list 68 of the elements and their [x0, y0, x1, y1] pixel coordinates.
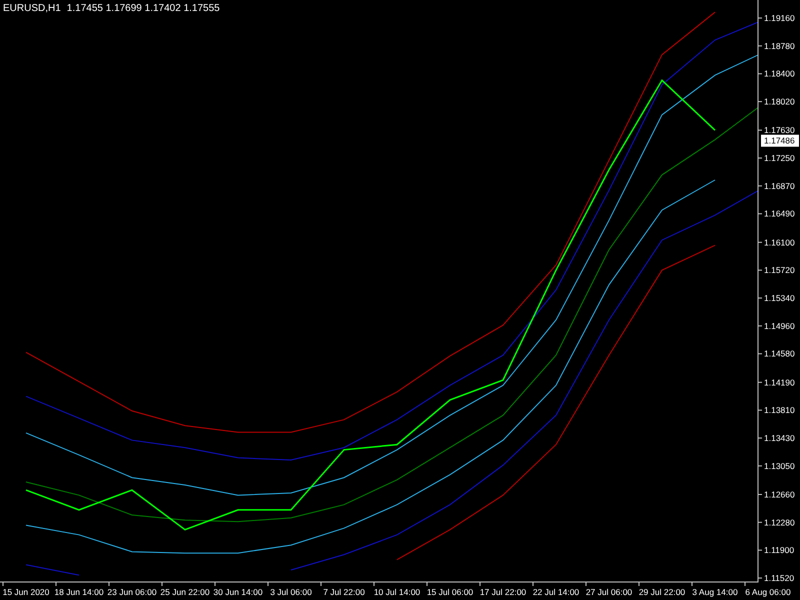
- tick-mark: [758, 550, 762, 551]
- tick-mark: [758, 45, 762, 46]
- tick-mark: [758, 465, 762, 466]
- axis-label: 17 Jul 22:00: [480, 587, 526, 597]
- axis-label: 15 Jun 2020: [2, 587, 50, 597]
- axis-label: 1.13050: [764, 460, 795, 471]
- tick-mark: [532, 582, 534, 586]
- axis-label: 25 Jun 22:00: [160, 587, 210, 597]
- axis-label: 1.11900: [764, 545, 794, 556]
- tick-mark: [758, 325, 762, 326]
- axis-label: 1.18020: [764, 96, 795, 107]
- tick-mark: [744, 582, 746, 586]
- tick-mark: [758, 353, 762, 354]
- tick-mark: [758, 242, 762, 243]
- tick-mark: [758, 213, 762, 214]
- axis-label: 1.18780: [764, 40, 795, 51]
- axis-label: 3 Jul 06:00: [270, 587, 312, 597]
- tick-mark: [758, 101, 762, 102]
- axis-label: 1.11520: [764, 573, 794, 584]
- axis-label: 18 Jun 14:00: [54, 587, 104, 597]
- axis-label: 1.16100: [764, 237, 795, 248]
- axis-label: 30 Jun 14:00: [213, 587, 263, 597]
- axis-label: 1.13810: [764, 405, 795, 416]
- axis-label: 1.14960: [764, 320, 795, 331]
- axis-label: 23 Jun 06:00: [107, 587, 157, 597]
- tick-mark: [758, 382, 762, 383]
- axis-label: 10 Jul 14:00: [374, 587, 420, 597]
- axis-label: 1.14190: [764, 377, 795, 388]
- axis-label: 1.12280: [764, 517, 795, 528]
- axis-label: 15 Jul 06:00: [426, 587, 474, 597]
- tick-mark: [214, 582, 216, 586]
- axis-label: 1.16490: [764, 208, 795, 219]
- axis-label: 1.12660: [764, 489, 795, 500]
- tick-mark: [758, 73, 762, 74]
- axis-label: 27 Jul 06:00: [586, 587, 632, 597]
- tick-mark: [758, 270, 762, 271]
- axis-label: 1.13430: [764, 433, 795, 444]
- tick-mark: [2, 582, 4, 586]
- axis-label: 1.15340: [764, 293, 795, 304]
- axis-label: 22 Jul 14:00: [532, 587, 580, 597]
- tick-mark: [108, 582, 110, 586]
- tick-mark: [758, 158, 762, 159]
- axis-label: 1.14580: [764, 348, 795, 359]
- tick-mark: [758, 298, 762, 299]
- tick-mark: [426, 582, 428, 586]
- tick-mark: [758, 578, 762, 579]
- axis-label: 29 Jul 22:00: [638, 587, 686, 597]
- axis-label: 1.16870: [764, 180, 795, 191]
- axis-label: 7 Jul 22:00: [323, 587, 365, 597]
- tick-mark: [320, 582, 322, 586]
- tick-mark: [758, 130, 762, 131]
- symbol-label: EURUSD,H1: [3, 3, 61, 15]
- axis-label: 1.19160: [764, 13, 795, 24]
- axis-label: 1.17630: [764, 125, 795, 136]
- tick-mark: [758, 185, 762, 186]
- tick-mark: [758, 410, 762, 411]
- tick-mark: [758, 494, 762, 495]
- tick-mark: [758, 438, 762, 439]
- tick-mark: [758, 18, 762, 19]
- axis-label: 1.15720: [764, 265, 795, 276]
- tick-mark: [758, 522, 762, 523]
- axis-label: 6 Aug 06:00: [745, 587, 791, 597]
- axis-label: 1.18400: [764, 68, 795, 79]
- price-readout: 1.17455 1.17699 1.17402 1.17555: [66, 3, 220, 15]
- tick-mark: [638, 582, 640, 586]
- current-price-label: 1.17486: [761, 134, 799, 147]
- axis-label: 1.17250: [764, 153, 795, 164]
- axis-label: 3 Aug 14:00: [692, 587, 738, 597]
